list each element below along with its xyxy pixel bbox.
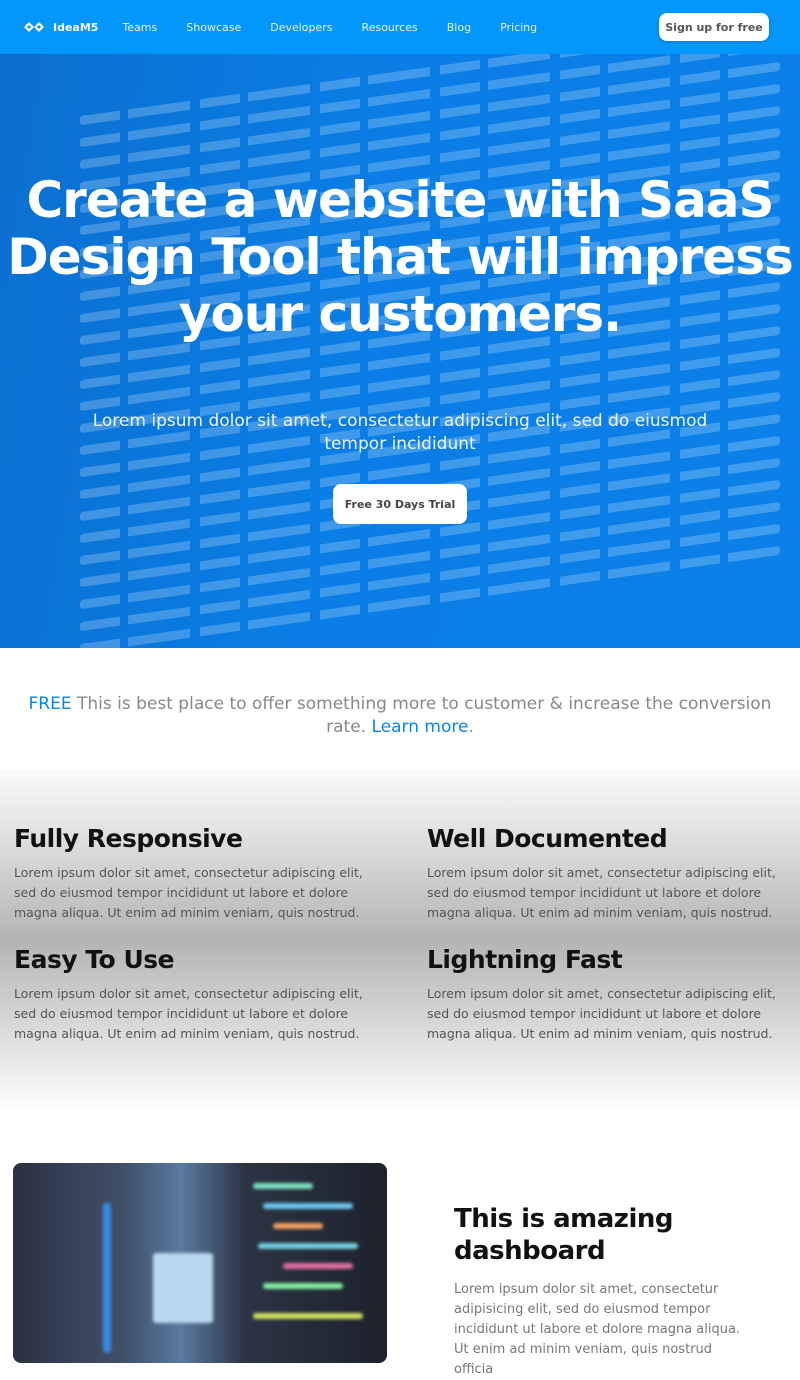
nav-showcase[interactable]: Showcase	[186, 21, 241, 34]
dashboard-title: This is amazing dashboard	[454, 1204, 673, 1266]
signup-button[interactable]: Sign up for free	[659, 13, 769, 41]
feature-text: Lorem ipsum dolor sit amet, consectetur …	[427, 986, 776, 1041]
feature-card: Well Documented Lorem ipsum dolor sit ame…	[427, 824, 787, 923]
feature-title: Well Documented	[427, 824, 668, 853]
learn-more-link[interactable]: Learn more	[371, 717, 468, 737]
feature-title: Easy To Use	[14, 945, 175, 974]
code-background	[80, 54, 780, 648]
nav-developers[interactable]: Developers	[270, 21, 332, 34]
promo-text: FREE This is best place to offer somethi…	[20, 693, 780, 739]
feature-title: Lightning Fast	[427, 945, 623, 974]
feature-text: Lorem ipsum dolor sit amet, consectetur …	[14, 986, 363, 1041]
free-trial-button[interactable]: Free 30 Days Trial	[333, 484, 467, 524]
feature-text: Lorem ipsum dolor sit amet, consectetur …	[14, 865, 363, 920]
dashboard-screenshot	[13, 1163, 387, 1363]
hero-section: Create a website with SaaS Design Tool t…	[0, 54, 800, 648]
feature-text: Lorem ipsum dolor sit amet, consectetur …	[427, 865, 776, 920]
hero-subtitle: Lorem ipsum dolor sit amet, consectetur …	[92, 411, 708, 454]
nav-resources[interactable]: Resources	[362, 21, 418, 34]
feature-card: Easy To Use Lorem ipsum dolor sit amet, c…	[14, 945, 374, 1044]
features-section: Fully Responsive Lorem ipsum dolor sit am…	[0, 770, 800, 1110]
nav-pricing[interactable]: Pricing	[500, 21, 537, 34]
dashboard-text: Lorem ipsum dolor sit amet, consectetur …	[454, 1282, 741, 1377]
brand-name: IdeaM5	[53, 20, 99, 34]
feature-card: Fully Responsive Lorem ipsum dolor sit am…	[14, 824, 374, 923]
feature-card: Lightning Fast Lorem ipsum dolor sit amet…	[427, 945, 787, 1044]
hero-title: Create a website with SaaS Design Tool t…	[7, 171, 794, 343]
logo-icon	[24, 22, 44, 32]
nav-teams[interactable]: Teams	[122, 21, 157, 34]
brand-logo[interactable]: IdeaM5	[24, 21, 98, 34]
nav-blog[interactable]: Blog	[447, 21, 471, 34]
feature-title: Fully Responsive	[14, 824, 243, 853]
promo-end: .	[468, 717, 474, 737]
top-nav: IdeaM5 Teams Showcase Developers Resourc…	[0, 0, 800, 54]
free-badge: FREE	[28, 694, 72, 714]
